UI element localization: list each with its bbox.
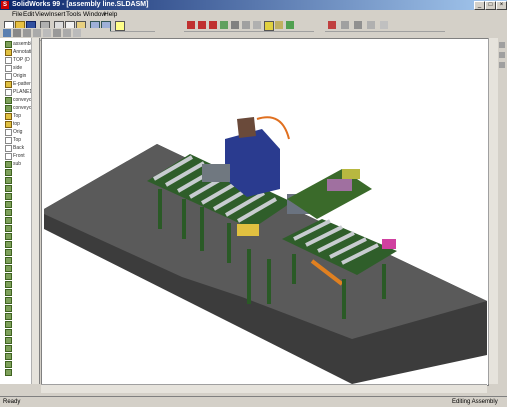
zoom-area-icon[interactable] [198, 21, 206, 29]
component-icon [5, 313, 12, 320]
zoom-fit-icon[interactable] [187, 21, 195, 29]
component-icon [5, 177, 12, 184]
menu-view[interactable]: View [35, 10, 49, 19]
folder-icon [5, 49, 12, 56]
workpiece-1 [202, 164, 230, 182]
section-icon[interactable] [253, 21, 261, 29]
folder-icon [5, 113, 12, 120]
component-icon [5, 241, 12, 248]
component-icon [5, 217, 12, 224]
component-icon [5, 281, 12, 288]
component-icon [5, 345, 12, 352]
tree-scrollbar[interactable] [31, 38, 39, 384]
menu-edit[interactable]: Edit [23, 10, 34, 19]
component-icon [5, 225, 12, 232]
pattern-icon [5, 81, 12, 88]
dimension-icon[interactable] [73, 29, 81, 37]
menu-tools[interactable]: Tools [66, 10, 81, 19]
component-icon [5, 161, 12, 168]
view-orient-icon[interactable] [242, 21, 250, 29]
plane-icon [5, 145, 12, 152]
assembly-icon [5, 41, 12, 48]
line-icon[interactable] [23, 29, 31, 37]
menu-file[interactable]: File [12, 10, 22, 19]
component-icon [5, 249, 12, 256]
component-icon [5, 97, 12, 104]
app-logo-icon: S [1, 1, 9, 9]
zoom-in-icon[interactable] [209, 21, 217, 29]
component-icon [5, 193, 12, 200]
yellow-actuator [237, 224, 259, 236]
title-bar: S SolidWorks 99 - [assembly line.SLDASM]… [0, 0, 507, 10]
view-toolbar [184, 19, 314, 32]
assembly-model-view [44, 116, 487, 384]
pan-icon[interactable] [220, 21, 228, 29]
rotate-icon[interactable] [231, 21, 239, 29]
component-icon [5, 337, 12, 344]
component-icon [5, 369, 12, 376]
component-icon [5, 305, 12, 312]
component-icon [5, 233, 12, 240]
assembly-toolbar [325, 19, 445, 32]
origin-icon [5, 73, 12, 80]
interference-icon[interactable] [380, 21, 388, 29]
component-icon [5, 353, 12, 360]
help-icon[interactable] [115, 21, 125, 31]
origin-icon [5, 129, 12, 136]
component-icon [5, 321, 12, 328]
plane-icon [5, 65, 12, 72]
viewport-vertical-scrollbar[interactable] [488, 38, 498, 384]
magenta-actuator [382, 239, 396, 249]
view-tools-panel [498, 38, 507, 384]
arc-icon[interactable] [43, 29, 51, 37]
spline-icon[interactable] [53, 29, 61, 37]
component-icon [5, 257, 12, 264]
view-right-icon[interactable] [499, 62, 505, 68]
feature-tree: assembly li Annotati TOP (D side Origin … [0, 38, 40, 384]
folder-icon [5, 121, 12, 128]
wireframe-icon[interactable] [264, 21, 274, 31]
press-assembly [225, 116, 290, 197]
close-button[interactable]: × [496, 1, 507, 10]
mate-icon[interactable] [328, 21, 336, 29]
sketch-icon[interactable] [13, 29, 21, 37]
plane-icon [5, 89, 12, 96]
status-bar: Ready Editing Assembly [0, 396, 507, 407]
component-icon [5, 265, 12, 272]
move-icon[interactable] [341, 21, 349, 29]
feature-manager-icon[interactable] [3, 29, 11, 37]
component-icon [5, 209, 12, 216]
plane-icon [5, 153, 12, 160]
menu-insert[interactable]: Insert [49, 10, 65, 19]
component-icon [5, 361, 12, 368]
component-icon [5, 201, 12, 208]
viewport-horizontal-scrollbar[interactable] [41, 384, 487, 393]
explode-icon[interactable] [367, 21, 375, 29]
hidden-lines-icon[interactable] [275, 21, 283, 29]
maximize-button[interactable]: □ [485, 1, 496, 10]
menu-bar: File Edit View Insert Tools Window Help [0, 10, 507, 19]
graphics-viewport[interactable] [41, 38, 489, 386]
menu-help[interactable]: Help [104, 10, 117, 19]
rectangle-icon[interactable] [63, 29, 71, 37]
component-icon [5, 289, 12, 296]
component-icon [5, 185, 12, 192]
component-icon [5, 169, 12, 176]
menu-window[interactable]: Window [83, 10, 106, 19]
rotate-component-icon[interactable] [354, 21, 362, 29]
component-icon [5, 329, 12, 336]
circle-icon[interactable] [33, 29, 41, 37]
component-icon [5, 105, 12, 112]
view-top-icon[interactable] [499, 42, 505, 48]
component-icon [5, 273, 12, 280]
plane-icon [5, 137, 12, 144]
shaded-icon[interactable] [286, 21, 294, 29]
minimize-button[interactable]: _ [474, 1, 485, 10]
plane-icon [5, 57, 12, 64]
view-front-icon[interactable] [499, 52, 505, 58]
window-title: SolidWorks 99 - [assembly line.SLDASM] [12, 1, 149, 8]
component-icon [5, 297, 12, 304]
